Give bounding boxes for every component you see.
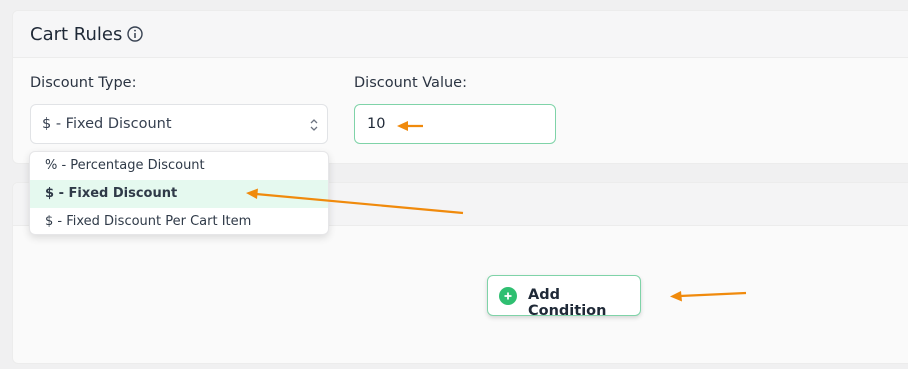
add-condition-label: Add Condition	[528, 287, 607, 319]
discount-type-dropdown: % - Percentage Discount $ - Fixed Discou…	[29, 151, 329, 235]
discount-value-input[interactable]	[354, 104, 556, 144]
chevron-up-down-icon	[310, 119, 318, 131]
dropdown-option-fixed[interactable]: $ - Fixed Discount	[30, 180, 328, 208]
discount-value-label: Discount Value:	[354, 75, 467, 91]
add-condition-button[interactable]: Add Condition	[487, 275, 641, 319]
dropdown-option-fixed-per-item[interactable]: $ - Fixed Discount Per Cart Item	[30, 208, 328, 234]
info-icon[interactable]	[127, 26, 143, 42]
cart-rules-panel: Cart Rules Discount Type: Discount Value…	[12, 10, 908, 164]
plus-circle-icon	[499, 287, 517, 305]
dropdown-option-percentage[interactable]: % - Percentage Discount	[30, 152, 328, 180]
discount-type-label: Discount Type:	[30, 75, 137, 91]
discount-type-selected: $ - Fixed Discount	[42, 116, 172, 132]
cart-rules-header: Cart Rules	[13, 11, 908, 58]
discount-type-select[interactable]: $ - Fixed Discount	[30, 104, 328, 144]
page-title: Cart Rules	[30, 24, 123, 45]
